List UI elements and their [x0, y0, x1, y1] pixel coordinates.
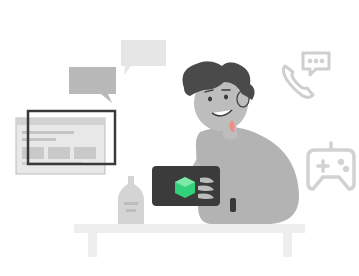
- illustration-scene: [0, 0, 359, 271]
- browser-window-icon: [15, 109, 117, 175]
- illustration-svg: [15, 40, 356, 257]
- gamepad-icon: [306, 141, 356, 191]
- speech-bubble-icon: [121, 40, 166, 75]
- speech-bubble-icon: [69, 67, 116, 103]
- tablet: [152, 166, 220, 206]
- phone-chat-icon: [281, 51, 331, 99]
- desk: [74, 224, 305, 257]
- lamp-icon: [118, 176, 144, 224]
